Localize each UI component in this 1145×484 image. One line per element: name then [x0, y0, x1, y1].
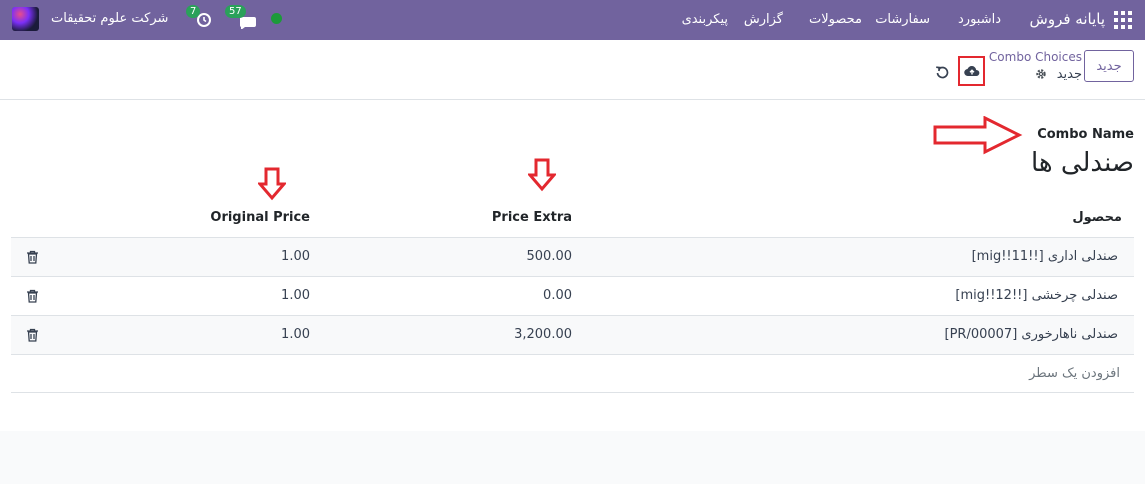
breadcrumb-parent[interactable]: Combo Choices	[989, 50, 1082, 64]
price-extra-cell[interactable]: 3,200.00	[514, 327, 572, 342]
original-price-cell: 1.00	[281, 288, 310, 303]
combo-name-input[interactable]: صندلی ها	[1031, 148, 1134, 178]
table-row[interactable]: [mig!!11!!] صندلی اداری 500.00 1.00	[11, 237, 1134, 276]
menu-reports[interactable]: گزارش	[744, 12, 783, 27]
table-row[interactable]: [mig!!12!!] صندلی چرخشی 0.00 1.00	[11, 276, 1134, 315]
control-panel: جدید Combo Choices جدید	[0, 40, 1145, 100]
trash-icon[interactable]	[26, 289, 39, 303]
menu-configuration[interactable]: پیکربندی	[682, 12, 728, 27]
annotation-arrow-down-price-extra	[528, 158, 556, 192]
product-cell[interactable]: [mig!!11!!] صندلی اداری	[972, 249, 1118, 264]
menu-dashboard[interactable]: داشبورد	[958, 12, 1001, 27]
table-row[interactable]: [PR/00007] صندلی ناهارخوری 3,200.00 1.00	[11, 315, 1134, 354]
company-switcher[interactable]: شرکت علوم تحقیقات	[51, 11, 168, 26]
messages-badge: 57	[225, 5, 246, 18]
breadcrumb-record-name: جدید	[1056, 67, 1082, 82]
menu-products[interactable]: محصولات	[809, 12, 862, 27]
original-price-cell: 1.00	[281, 327, 310, 342]
column-header-original-price[interactable]: Original Price	[210, 210, 310, 225]
app-title[interactable]: پایانه فروش	[1030, 10, 1105, 28]
menu-orders[interactable]: سفارشات	[875, 12, 930, 27]
price-extra-cell[interactable]: 500.00	[527, 249, 573, 264]
messages-chat-icon[interactable]: 57	[225, 5, 258, 30]
gear-icon[interactable]	[1035, 68, 1047, 80]
apps-menu-icon[interactable]	[1114, 11, 1132, 29]
undo-icon[interactable]	[935, 65, 949, 79]
combo-name-label: Combo Name	[1037, 127, 1134, 142]
column-header-product[interactable]: محصول	[1072, 210, 1122, 225]
add-line-row[interactable]: افزودن یک سطر	[11, 354, 1134, 393]
annotation-arrow-down-original-price	[258, 167, 286, 201]
trash-icon[interactable]	[26, 328, 39, 342]
table-bottom-border	[11, 392, 1134, 393]
original-price-cell: 1.00	[281, 249, 310, 264]
add-line-link[interactable]: افزودن یک سطر	[1029, 366, 1120, 381]
product-cell[interactable]: [mig!!12!!] صندلی چرخشی	[955, 288, 1118, 303]
annotation-arrow-right	[933, 116, 1023, 155]
column-header-price-extra[interactable]: Price Extra	[492, 210, 572, 225]
form-sheet: Combo Name صندلی ها محصول Price Extra Or…	[0, 100, 1145, 431]
save-button[interactable]	[958, 56, 985, 86]
trash-icon[interactable]	[26, 250, 39, 264]
product-cell[interactable]: [PR/00007] صندلی ناهارخوری	[945, 327, 1118, 342]
activity-clock-icon[interactable]: 7	[186, 5, 212, 29]
price-extra-cell[interactable]: 0.00	[543, 288, 572, 303]
top-navbar: پایانه فروش داشبورد سفارشات محصولات گزار…	[0, 0, 1145, 40]
presence-status-dot	[271, 13, 282, 24]
cloud-upload-icon	[963, 66, 979, 77]
new-button[interactable]: جدید	[1084, 50, 1134, 82]
user-avatar[interactable]	[12, 7, 39, 31]
